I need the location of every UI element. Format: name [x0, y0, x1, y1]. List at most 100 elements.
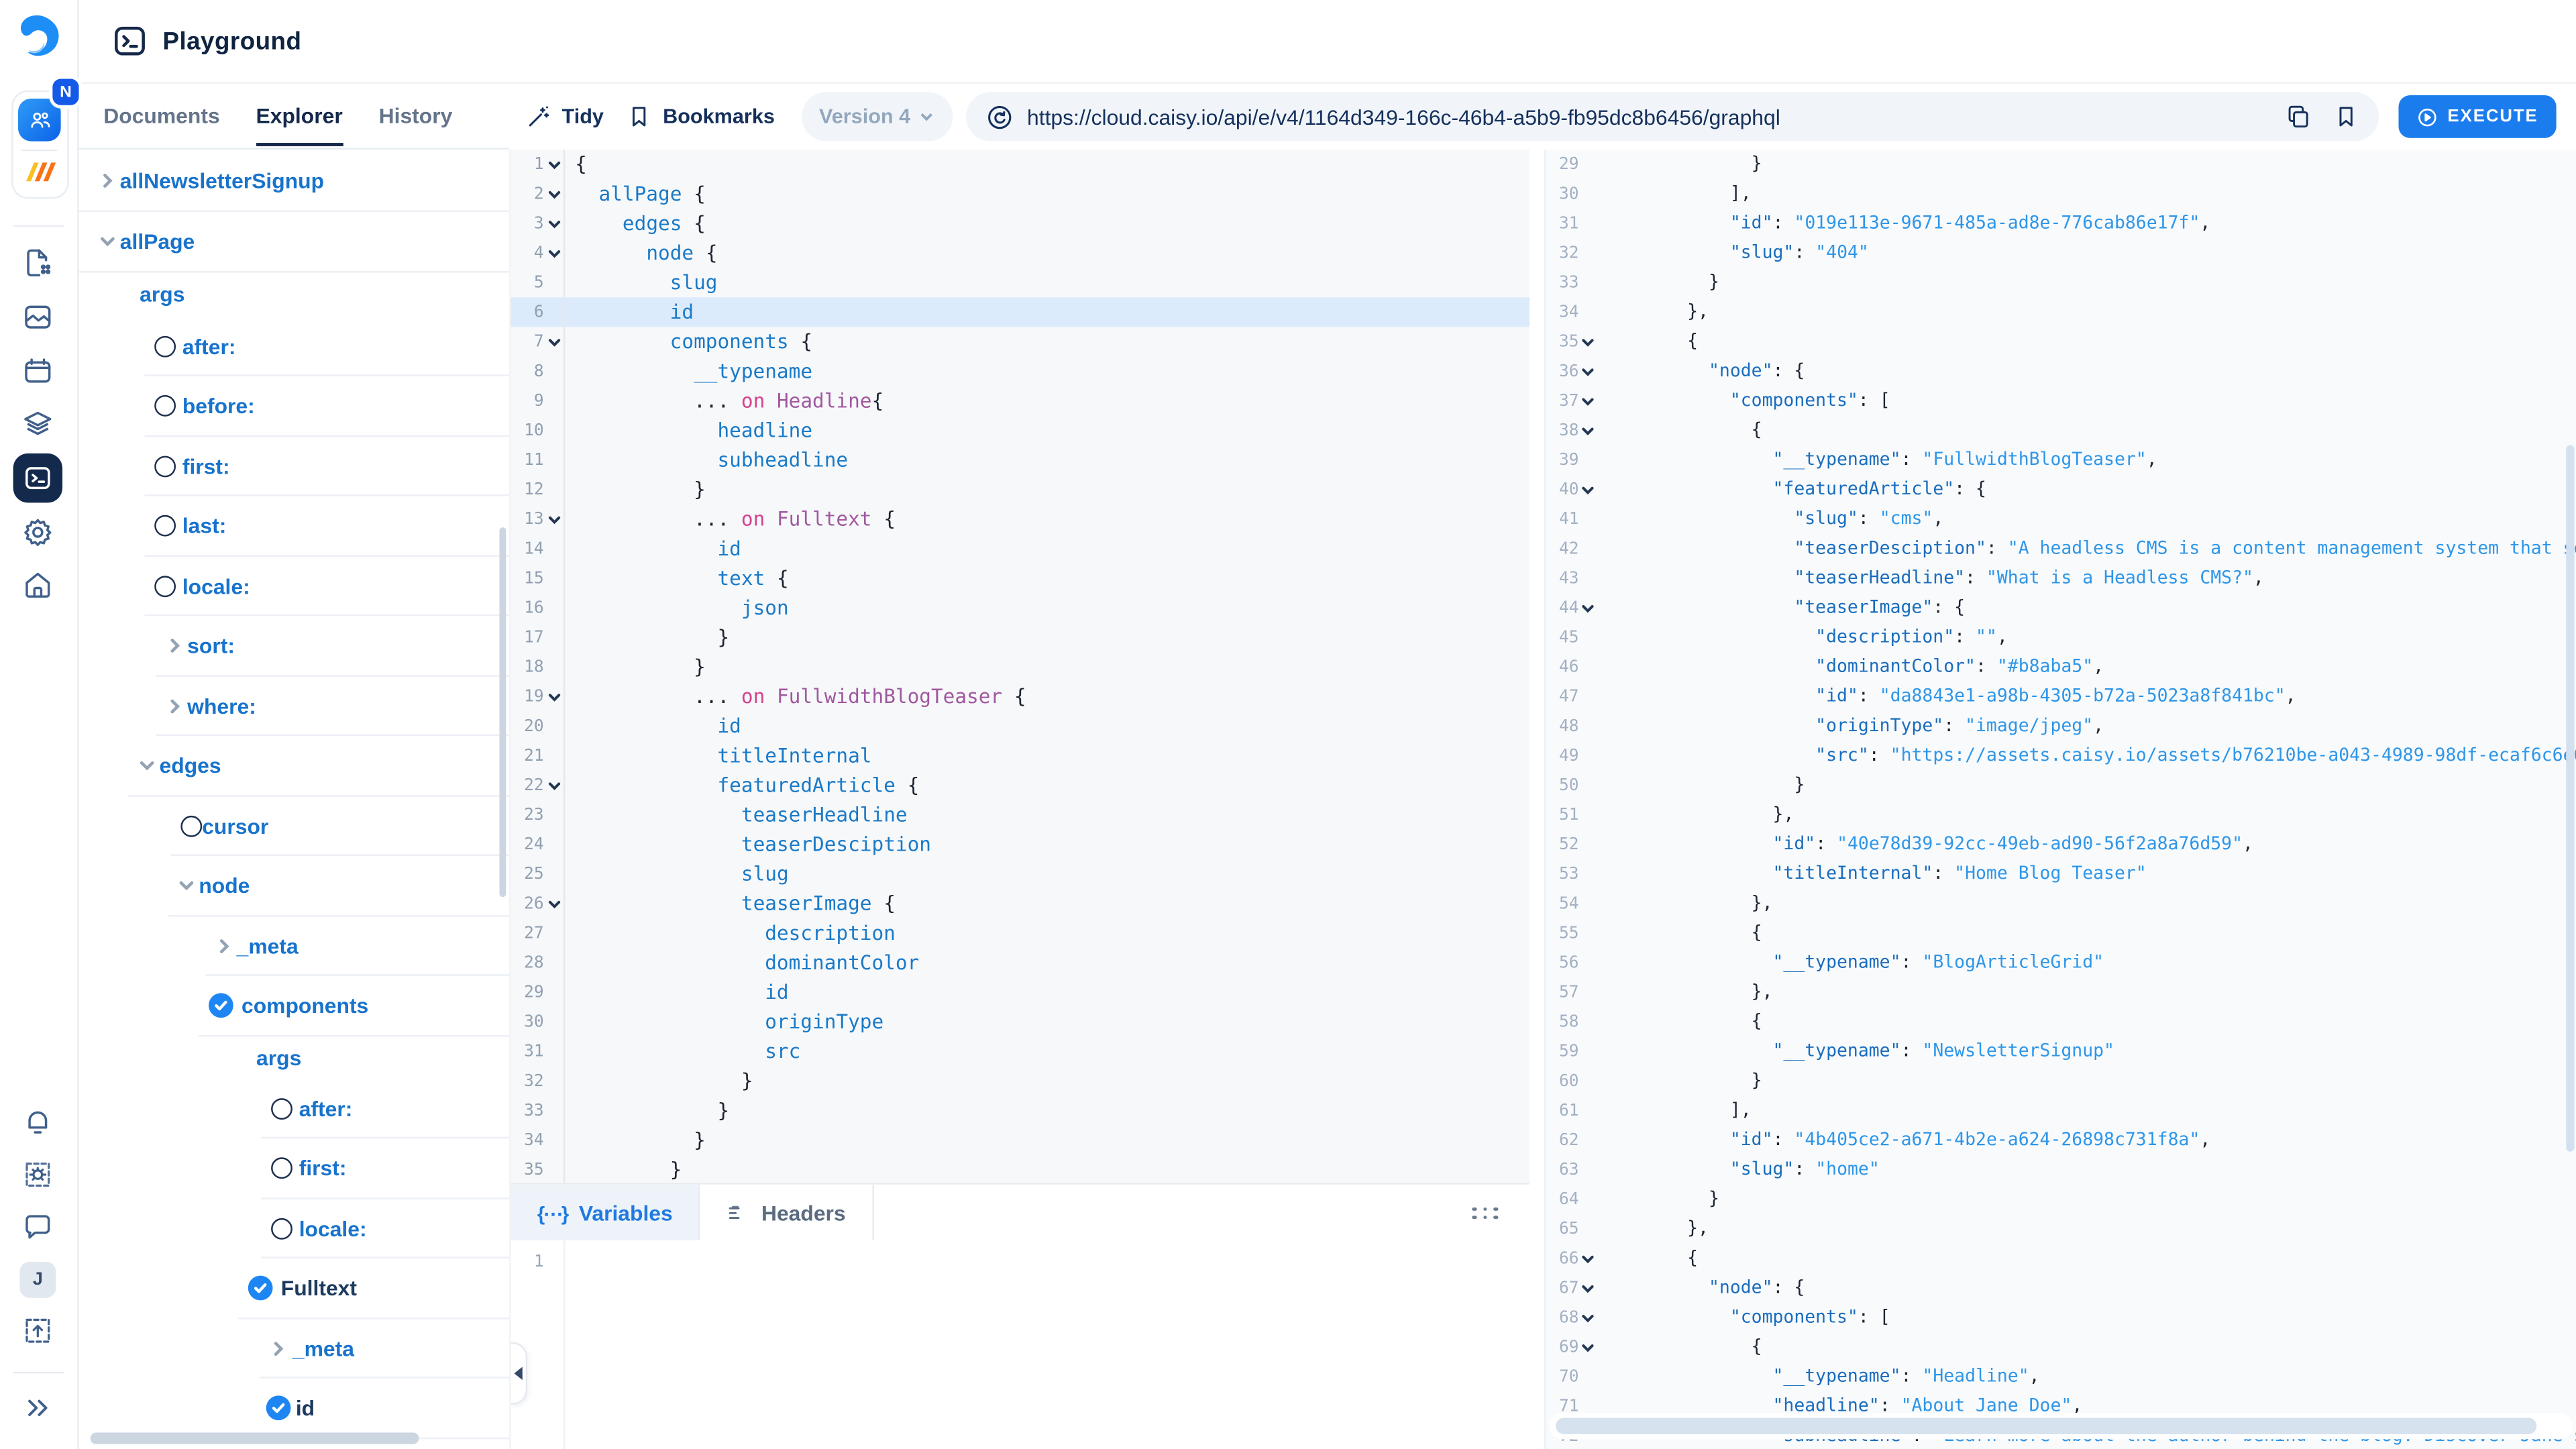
- code-text[interactable]: "src": "https://assets.caisy.io/assets/b…: [1595, 741, 2576, 770]
- code-text[interactable]: text {: [564, 564, 1529, 593]
- code-text[interactable]: "node": {: [1595, 1273, 2576, 1303]
- code-text[interactable]: },: [1595, 977, 2576, 1007]
- code-text[interactable]: }: [564, 1066, 1529, 1095]
- code-text[interactable]: }: [1595, 1185, 2576, 1214]
- code-text[interactable]: "node": {: [1595, 356, 2576, 386]
- code-text[interactable]: "slug": "cms",: [1595, 504, 2576, 534]
- code-text[interactable]: }: [564, 652, 1529, 682]
- radio-icon[interactable]: [271, 1098, 292, 1120]
- code-text[interactable]: "teaserHeadline": "What is a Headless CM…: [1595, 564, 2576, 593]
- code-text[interactable]: "__typename": "FullwidthBlogTeaser",: [1595, 445, 2576, 475]
- code-text[interactable]: id: [564, 711, 1529, 741]
- code-text[interactable]: featuredArticle {: [564, 771, 1529, 800]
- radio-icon[interactable]: [271, 1158, 292, 1179]
- code-text[interactable]: },: [1595, 800, 2576, 830]
- tree-item-first[interactable]: first:: [77, 436, 509, 496]
- radio-icon[interactable]: [154, 515, 176, 537]
- stack-icon[interactable]: [18, 404, 58, 443]
- settings-icon[interactable]: [18, 513, 58, 552]
- code-text[interactable]: originType: [564, 1007, 1529, 1036]
- fold-chevron-icon[interactable]: [546, 778, 561, 793]
- chevron-right-icon[interactable]: [99, 172, 117, 190]
- tree-item-sort[interactable]: sort:: [77, 616, 509, 676]
- tree-item-after[interactable]: after:: [77, 1079, 509, 1138]
- tree-item-allnewslettersignup[interactable]: allNewsletterSignup: [77, 150, 509, 212]
- upload-icon[interactable]: [18, 1311, 58, 1350]
- code-text[interactable]: titleInternal: [564, 741, 1529, 770]
- response-horizontal-scrollbar[interactable]: [1549, 1413, 2573, 1439]
- code-text[interactable]: dominantColor: [564, 948, 1529, 977]
- fold-chevron-icon[interactable]: [1580, 1340, 1595, 1354]
- tree-item-where[interactable]: where:: [77, 676, 509, 736]
- code-text[interactable]: }: [1595, 150, 2576, 179]
- expand-rail-icon[interactable]: [18, 1388, 58, 1428]
- code-text[interactable]: }: [564, 1126, 1529, 1155]
- code-text[interactable]: "teaserImage": {: [1595, 593, 2576, 623]
- code-text[interactable]: "__typename": "Headline",: [1595, 1362, 2576, 1391]
- bell-icon[interactable]: [18, 1102, 58, 1142]
- tree-item-after[interactable]: after:: [77, 316, 509, 376]
- fold-chevron-icon[interactable]: [1580, 394, 1595, 409]
- code-text[interactable]: {: [1595, 416, 2576, 445]
- tree-item-node[interactable]: node: [77, 856, 509, 916]
- response-vertical-scrollbar[interactable]: [2566, 445, 2574, 1152]
- fold-chevron-icon[interactable]: [546, 689, 561, 704]
- code-text[interactable]: },: [1595, 1214, 2576, 1244]
- code-text[interactable]: {: [1595, 918, 2576, 948]
- tree-item-allpage[interactable]: allPage: [77, 212, 509, 272]
- code-text[interactable]: }: [564, 1155, 1529, 1183]
- fold-chevron-icon[interactable]: [546, 186, 561, 201]
- check-icon[interactable]: [266, 1396, 291, 1421]
- home-icon[interactable]: [18, 565, 58, 604]
- tree-vertical-scrollbar[interactable]: [499, 527, 506, 897]
- tidy-button[interactable]: Tidy: [526, 103, 604, 129]
- tree-item-id[interactable]: id: [77, 1379, 509, 1438]
- drag-handle-icon[interactable]: [1472, 1207, 1500, 1219]
- chevron-down-icon[interactable]: [138, 757, 156, 775]
- code-text[interactable]: id: [564, 534, 1529, 564]
- code-text[interactable]: }: [564, 623, 1529, 652]
- code-text[interactable]: {: [1595, 327, 2576, 356]
- tab-explorer[interactable]: Explorer: [256, 86, 343, 146]
- tree-item-first[interactable]: first:: [77, 1138, 509, 1198]
- variables-editor[interactable]: 1: [511, 1240, 1529, 1449]
- code-text[interactable]: "teaserDesciption": "A headless CMS is a…: [1595, 534, 2576, 564]
- code-text[interactable]: "featuredArticle": {: [1595, 475, 2576, 504]
- tree-item-edges[interactable]: edges: [77, 736, 509, 796]
- fold-chevron-icon[interactable]: [1580, 423, 1595, 438]
- code-text[interactable]: subheadline: [564, 445, 1529, 475]
- code-text[interactable]: "__typename": "NewsletterSignup": [1595, 1036, 2576, 1066]
- code-text[interactable]: },: [1595, 889, 2576, 918]
- chevron-right-icon[interactable]: [166, 697, 184, 715]
- chevron-right-icon[interactable]: [270, 1340, 288, 1358]
- radio-icon[interactable]: [154, 576, 176, 597]
- chevron-down-icon[interactable]: [99, 233, 117, 251]
- code-text[interactable]: }: [564, 475, 1529, 504]
- code-text[interactable]: }: [1595, 268, 2576, 297]
- tab-variables[interactable]: {⋯} Variables: [511, 1185, 701, 1242]
- code-text[interactable]: {: [1595, 1332, 2576, 1362]
- code-text[interactable]: allPage {: [564, 179, 1529, 209]
- fold-chevron-icon[interactable]: [1580, 1251, 1595, 1266]
- code-text[interactable]: ],: [1595, 1095, 2576, 1125]
- code-text[interactable]: },: [1595, 297, 2576, 327]
- tab-headers[interactable]: Headers: [700, 1185, 873, 1242]
- code-text[interactable]: }: [1595, 1066, 2576, 1095]
- code-text[interactable]: "id": "4b405ce2-a671-4b2e-a624-26898c731…: [1595, 1126, 2576, 1155]
- tree-item-components[interactable]: components: [77, 976, 509, 1036]
- tree-item-args[interactable]: args: [77, 1036, 509, 1079]
- code-text[interactable]: headline: [564, 416, 1529, 445]
- chevron-right-icon[interactable]: [215, 937, 233, 955]
- fold-chevron-icon[interactable]: [1580, 334, 1595, 349]
- team-avatar[interactable]: N: [18, 99, 61, 142]
- fold-chevron-icon[interactable]: [546, 157, 561, 172]
- code-text[interactable]: edges {: [564, 209, 1529, 238]
- code-text[interactable]: "description": "",: [1595, 623, 2576, 652]
- version-select[interactable]: Version 4: [801, 92, 953, 141]
- radio-icon[interactable]: [271, 1218, 292, 1239]
- workspace-switcher[interactable]: N: [11, 91, 69, 199]
- response-viewer[interactable]: 29 }30 ],31 "id": "019e113e-9671-485a-ad…: [1546, 150, 2576, 1449]
- workspace-badge[interactable]: N: [52, 79, 78, 105]
- tree-item-cursor[interactable]: cursor: [77, 796, 509, 856]
- documents-icon[interactable]: [18, 243, 58, 282]
